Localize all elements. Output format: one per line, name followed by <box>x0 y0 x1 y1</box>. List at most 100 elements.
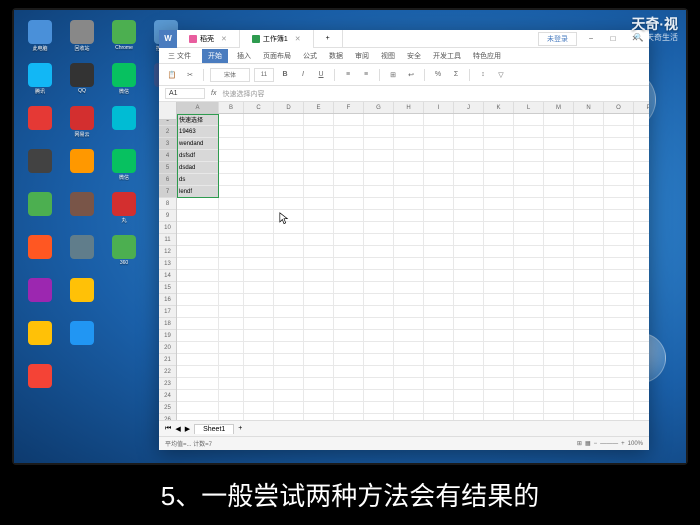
cell[interactable] <box>177 390 219 402</box>
cell[interactable] <box>544 306 574 318</box>
cell[interactable] <box>304 114 334 126</box>
cell[interactable] <box>574 162 604 174</box>
cell[interactable] <box>424 246 454 258</box>
cell[interactable] <box>424 354 454 366</box>
cell[interactable] <box>424 414 454 420</box>
cell[interactable] <box>244 234 274 246</box>
cell[interactable] <box>454 114 484 126</box>
column-header[interactable]: D <box>274 102 304 113</box>
cell[interactable] <box>304 270 334 282</box>
cell[interactable] <box>244 126 274 138</box>
cell[interactable] <box>219 210 244 222</box>
cell[interactable] <box>604 174 634 186</box>
sheet-nav-prev-icon[interactable]: ◀ <box>175 425 180 433</box>
cell[interactable] <box>544 270 574 282</box>
cell[interactable] <box>514 174 544 186</box>
cell[interactable] <box>544 354 574 366</box>
cell[interactable] <box>514 186 544 198</box>
cell[interactable] <box>334 402 364 414</box>
cell[interactable] <box>634 306 649 318</box>
menu-item[interactable]: 页面布局 <box>260 49 294 63</box>
cell[interactable] <box>364 150 394 162</box>
cell[interactable] <box>244 222 274 234</box>
column-header[interactable]: B <box>219 102 244 113</box>
desktop-icon[interactable] <box>22 278 58 318</box>
cell[interactable] <box>244 282 274 294</box>
cell[interactable] <box>424 138 454 150</box>
cell[interactable] <box>634 402 649 414</box>
cell[interactable] <box>394 210 424 222</box>
cell[interactable]: lendf <box>177 186 219 198</box>
cell[interactable] <box>244 378 274 390</box>
cell[interactable] <box>454 282 484 294</box>
row-header[interactable]: 4 <box>159 150 176 162</box>
cell[interactable] <box>454 270 484 282</box>
cell[interactable] <box>634 150 649 162</box>
cell[interactable] <box>219 114 244 126</box>
cell[interactable] <box>544 222 574 234</box>
cell[interactable] <box>634 126 649 138</box>
cell[interactable] <box>177 294 219 306</box>
cell[interactable] <box>274 294 304 306</box>
row-header[interactable]: 17 <box>159 306 176 318</box>
cell[interactable] <box>177 222 219 234</box>
cell[interactable] <box>544 246 574 258</box>
cell[interactable] <box>304 282 334 294</box>
cell[interactable] <box>274 162 304 174</box>
cell[interactable] <box>334 306 364 318</box>
cell[interactable] <box>364 366 394 378</box>
cell[interactable] <box>454 354 484 366</box>
cell[interactable] <box>274 354 304 366</box>
cell[interactable] <box>484 342 514 354</box>
cell[interactable] <box>244 294 274 306</box>
menu-item[interactable]: 插入 <box>234 49 254 63</box>
cell[interactable] <box>394 402 424 414</box>
cell[interactable] <box>334 162 364 174</box>
cell[interactable] <box>574 354 604 366</box>
cell[interactable] <box>484 258 514 270</box>
sort-icon[interactable]: ↕ <box>476 68 490 82</box>
zoom-out-icon[interactable]: − <box>594 441 598 447</box>
grid-cells[interactable]: 快速选择19463wendanddsfsdfdsdaddslendf <box>177 114 649 420</box>
cell[interactable]: wendand <box>177 138 219 150</box>
cell[interactable] <box>604 414 634 420</box>
cell[interactable] <box>574 150 604 162</box>
cell[interactable] <box>604 342 634 354</box>
row-header[interactable]: 6 <box>159 174 176 186</box>
cell[interactable] <box>514 366 544 378</box>
cell[interactable] <box>544 126 574 138</box>
cell[interactable] <box>364 198 394 210</box>
cell[interactable] <box>394 366 424 378</box>
cell[interactable] <box>634 234 649 246</box>
cell[interactable] <box>454 162 484 174</box>
cell[interactable] <box>454 126 484 138</box>
cell[interactable] <box>514 330 544 342</box>
paste-icon[interactable]: 📋 <box>165 68 179 82</box>
cell[interactable] <box>364 390 394 402</box>
cell[interactable] <box>304 414 334 420</box>
cut-icon[interactable]: ✂ <box>183 68 197 82</box>
cell[interactable] <box>484 318 514 330</box>
cell[interactable] <box>219 222 244 234</box>
column-header[interactable]: H <box>394 102 424 113</box>
cell[interactable] <box>424 282 454 294</box>
cell[interactable] <box>574 126 604 138</box>
cell[interactable] <box>514 150 544 162</box>
cell[interactable] <box>634 210 649 222</box>
new-tab-button[interactable]: + <box>314 30 343 48</box>
cell[interactable] <box>334 330 364 342</box>
cell[interactable] <box>304 234 334 246</box>
cell[interactable] <box>274 222 304 234</box>
cell[interactable] <box>634 294 649 306</box>
cell[interactable] <box>514 342 544 354</box>
cell[interactable] <box>177 354 219 366</box>
cell[interactable] <box>304 138 334 150</box>
cell[interactable] <box>274 150 304 162</box>
zoom-level[interactable]: 100% <box>628 441 643 447</box>
cell[interactable] <box>334 186 364 198</box>
cell[interactable] <box>544 186 574 198</box>
cell[interactable] <box>274 234 304 246</box>
cell[interactable] <box>604 270 634 282</box>
cell[interactable] <box>604 114 634 126</box>
cell[interactable] <box>364 270 394 282</box>
